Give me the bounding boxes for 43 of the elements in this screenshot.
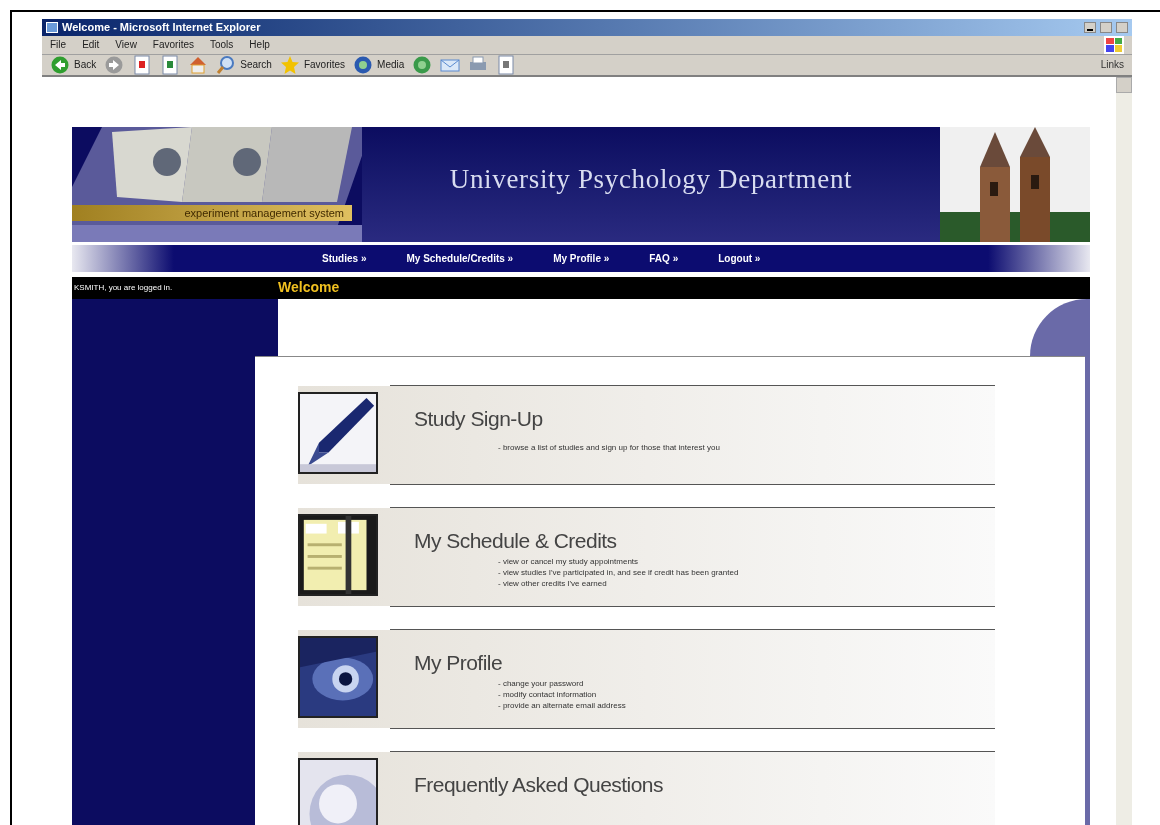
search-button[interactable]: Search: [216, 54, 272, 75]
browser-icon: [46, 21, 58, 33]
home-icon: [188, 54, 209, 75]
nav-link[interactable]: My Schedule/Credits »: [406, 250, 514, 266]
section-title[interactable]: My Profile: [414, 649, 626, 676]
description-text: - browse a list of studies and sign up for those that interest you: [498, 441, 720, 453]
menu-item[interactable]: Tools: [210, 37, 234, 52]
nav-link[interactable]: FAQ »: [649, 250, 679, 266]
nav-link[interactable]: My Profile »: [553, 250, 610, 266]
star-icon: [279, 54, 300, 75]
menu-item[interactable]: Help: [249, 37, 270, 52]
edit-button[interactable]: [496, 54, 517, 75]
page-heading: Welcome: [278, 278, 340, 297]
menu-item[interactable]: File: [50, 37, 67, 52]
search-icon: [216, 54, 237, 75]
section-title[interactable]: Study Sign-Up: [414, 405, 720, 432]
circle-left-icon: [50, 54, 70, 75]
description-text: - view or cancel my study appointments: [498, 555, 640, 567]
description-text: - modify contact information: [498, 688, 598, 700]
login-status: KSMITH, you are logged in.: [73, 281, 174, 294]
minimize-button[interactable]: [1084, 21, 1096, 33]
description-text: - provide an alternate email address: [498, 699, 626, 711]
forward-button[interactable]: [104, 54, 125, 75]
menu-item[interactable]: Edit: [82, 37, 100, 52]
description-text: - change your password: [498, 677, 585, 689]
description-text: - view studies I've participated in, and see if credit has been granted: [498, 566, 739, 578]
section-title[interactable]: My Schedule & Credits: [414, 527, 739, 554]
links-label[interactable]: Links: [1100, 57, 1124, 72]
section-title[interactable]: Frequently Asked Questions: [414, 771, 663, 798]
back-button[interactable]: Back: [50, 54, 97, 75]
banner-title: University Psychology Department: [449, 162, 853, 196]
circle-right-icon: [104, 54, 125, 75]
nav-link[interactable]: Studies »: [322, 250, 367, 266]
close-button[interactable]: [1116, 21, 1128, 33]
media-button[interactable]: Media: [353, 54, 405, 75]
maximize-button[interactable]: [1100, 21, 1112, 33]
nav-link[interactable]: Logout »: [718, 250, 761, 266]
window-title: Welcome - Microsoft Internet Explorer: [62, 20, 261, 35]
description-text: - view other credits I've earned: [498, 577, 608, 589]
menu-item[interactable]: View: [115, 37, 137, 52]
favorites-button[interactable]: Favorites: [279, 54, 346, 75]
menu-item[interactable]: Favorites: [152, 37, 194, 52]
home-button[interactable]: [188, 54, 209, 75]
